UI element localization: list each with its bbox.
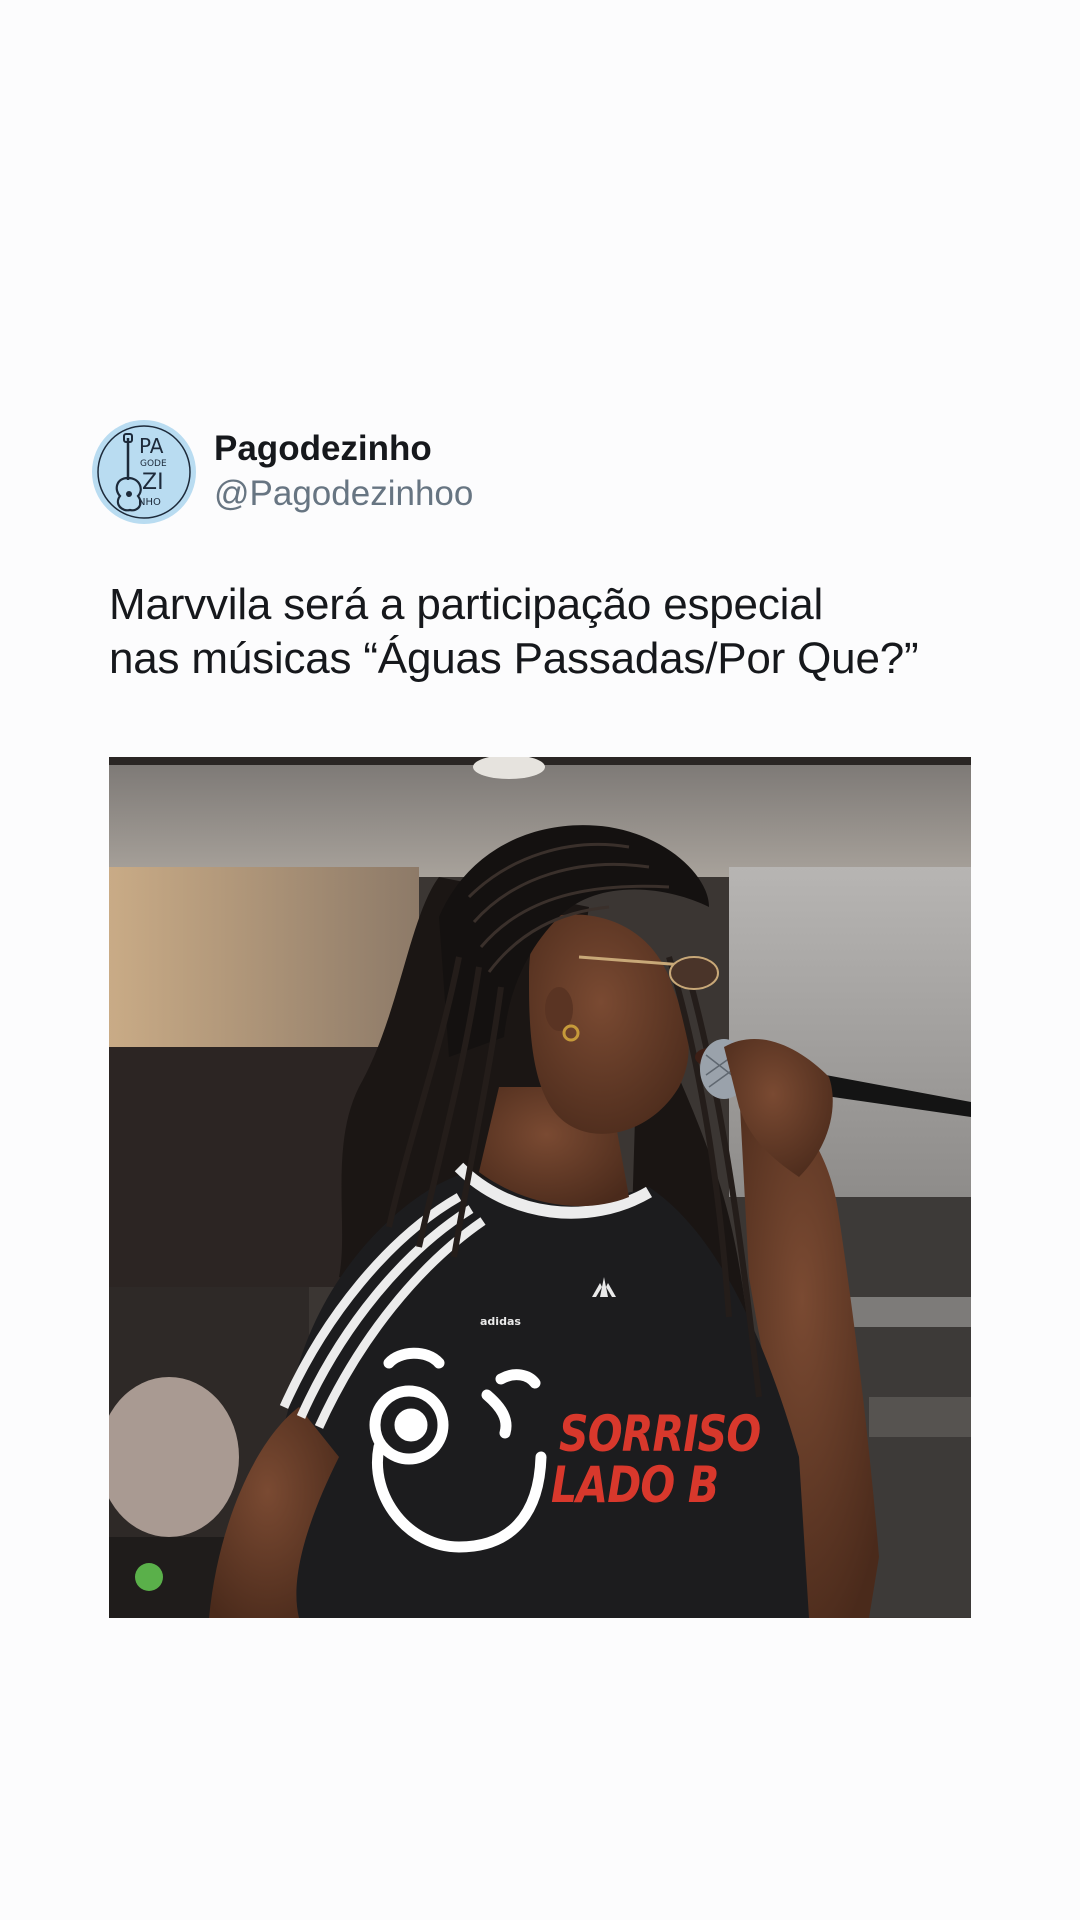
avatar[interactable]: PA GODE ZI NHO <box>92 420 196 524</box>
avatar-logo-line-2: GODE <box>140 459 167 469</box>
tweet-header: PA GODE ZI NHO Pagodezinho @Pagodezinhoo <box>92 420 473 524</box>
shirt-logo: adidas <box>480 1315 521 1328</box>
singer-photo <box>109 757 971 1618</box>
avatar-logo-line-3: ZI <box>142 470 164 495</box>
tweet-text: Marvvila será a participação especial na… <box>109 578 1009 686</box>
screen: PA GODE ZI NHO Pagodezinho @Pagodezinhoo… <box>0 0 1080 1920</box>
avatar-logo-line-4: NHO <box>138 497 161 508</box>
avatar-logo-line-1: PA <box>139 434 164 458</box>
tweet-photo[interactable]: adidas SORRISO LADO B <box>109 757 971 1618</box>
author-names: Pagodezinho @Pagodezinhoo <box>214 428 473 516</box>
tweet-text-line-1: Marvvila será a participação especial <box>109 580 824 629</box>
handle[interactable]: @Pagodezinhoo <box>214 472 473 516</box>
tweet-text-line-2: nas músicas “Águas Passadas/Por Que?” <box>109 634 919 683</box>
brand-line-1: SORRISO <box>559 1405 761 1463</box>
display-name[interactable]: Pagodezinho <box>214 428 473 470</box>
brand-line-2: LADO B <box>551 1456 719 1514</box>
